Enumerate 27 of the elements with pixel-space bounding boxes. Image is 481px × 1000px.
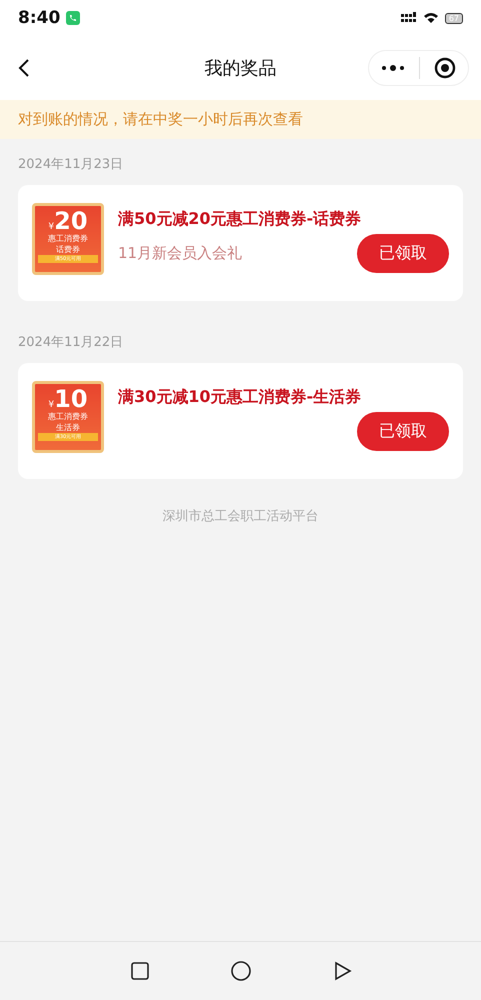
footer-text: 深圳市总工会职工活动平台 [162,508,320,526]
claimed-button[interactable]: 已领取 [357,234,449,273]
recents-icon[interactable] [130,961,150,981]
coupon-amount: 10 [54,387,88,411]
coupon-name: 惠工消费券 [48,233,88,244]
home-icon[interactable] [230,960,252,982]
coupon-type: 话费券 [56,244,80,255]
currency-symbol: ¥ [48,401,54,410]
status-time: 8:40 [18,8,60,28]
date-label: 2024年11月22日 [17,334,124,352]
wifi-icon [422,12,439,24]
claimed-button[interactable]: 已领取 [357,412,449,451]
coupon-type: 生活券 [56,422,80,433]
prize-title: 满30元减10元惠工消费券-生活券 [118,387,362,408]
signal-icon [400,12,417,24]
more-icon[interactable] [381,64,405,72]
currency-symbol: ¥ [48,223,54,232]
call-icon [66,11,80,25]
coupon-name: 惠工消费券 [48,411,88,422]
page-title: 我的奖品 [204,57,276,80]
notice-text: 对到账的情况，请在中奖一小时后再次查看 [18,110,303,128]
back-icon[interactable] [18,58,30,78]
prize-title: 满50元减20元惠工消费券-话费券 [118,209,362,230]
coupon-amount: 20 [54,209,88,233]
prize-subtitle: 11月新会员入会礼 [118,244,242,263]
close-icon[interactable] [434,57,456,79]
date-label: 2024年11月23日 [17,156,124,174]
